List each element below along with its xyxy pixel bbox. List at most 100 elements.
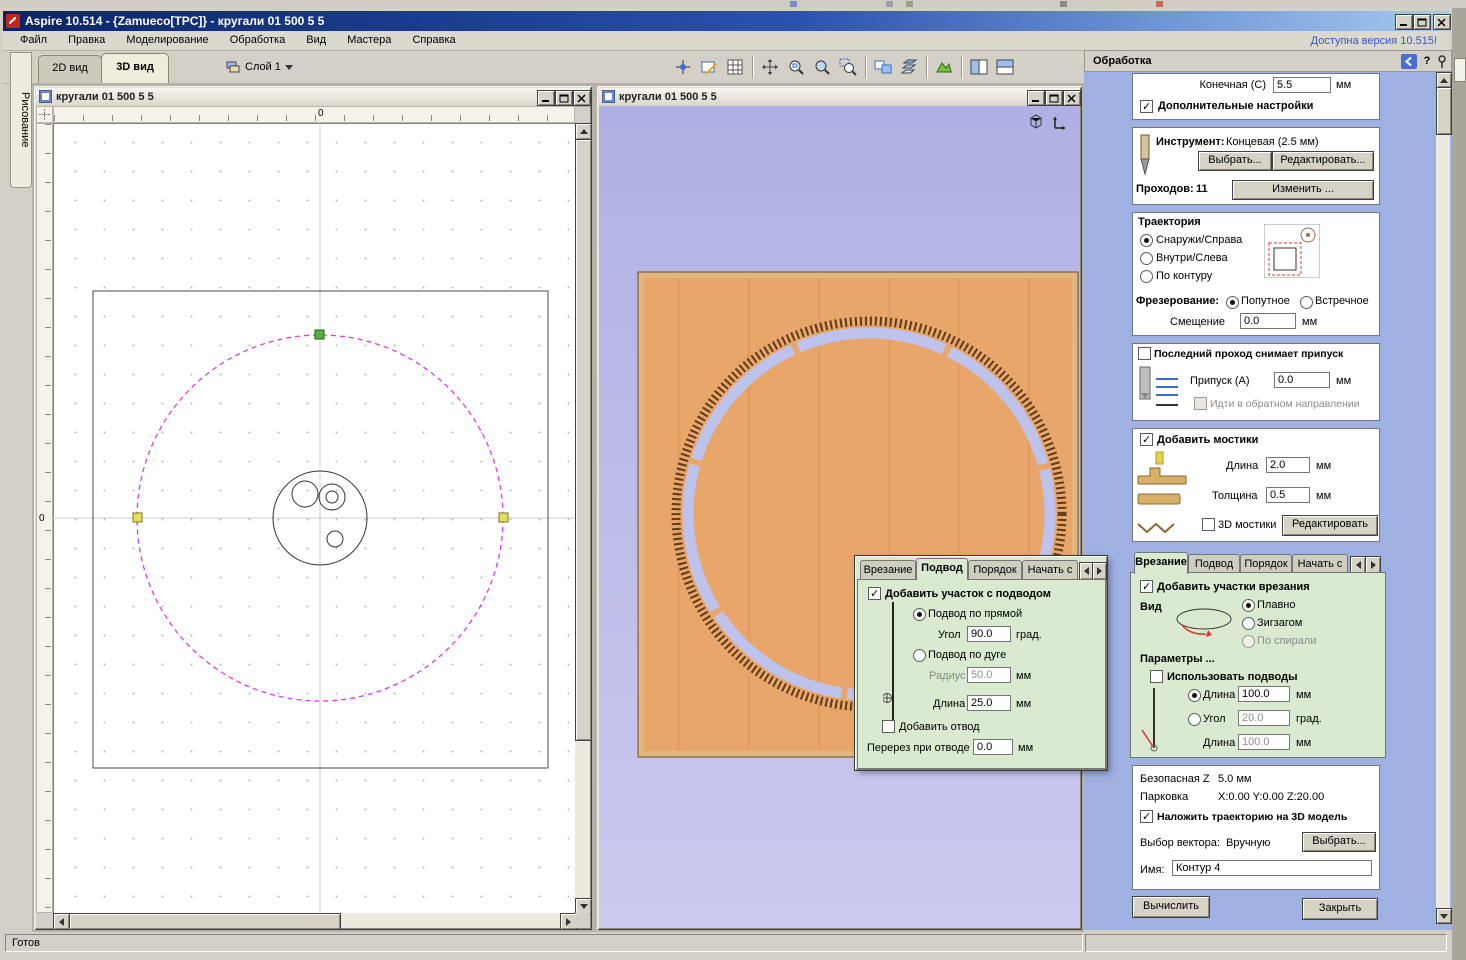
scroll-down-button[interactable] — [1436, 908, 1452, 924]
calculate-button[interactable]: Вычислить — [1132, 896, 1210, 918]
lead-radius-input[interactable] — [967, 667, 1011, 683]
trajectory-outside-radio[interactable] — [1140, 234, 1153, 247]
tile-vertical-icon[interactable] — [992, 54, 1018, 80]
window-2d-minimize-button[interactable] — [537, 90, 555, 106]
zoom-icon[interactable] — [809, 54, 835, 80]
scrollbar-thumb[interactable] — [69, 913, 341, 930]
menu-file[interactable]: Файл — [11, 31, 56, 49]
panel-tab-lead[interactable]: Подвод — [1188, 554, 1240, 574]
app-minimize-button[interactable] — [1395, 14, 1413, 30]
offset-input[interactable] — [1240, 313, 1296, 329]
bridge-thickness-input[interactable] — [1266, 487, 1310, 503]
dialog-tab-order[interactable]: Порядок — [968, 560, 1022, 580]
bridges-3d-checkbox[interactable] — [1202, 518, 1215, 531]
menu-help[interactable]: Справка — [403, 31, 464, 49]
tool-select-button[interactable]: Выбрать... — [1198, 151, 1272, 171]
lead-out-checkbox[interactable] — [882, 720, 895, 733]
dialog-tab-scroll-right[interactable] — [1092, 562, 1107, 580]
window-3d-close-button[interactable] — [1063, 90, 1081, 106]
scroll-up-button[interactable] — [575, 123, 592, 140]
tab-3d-view[interactable]: 3D вид — [101, 53, 169, 83]
vector-select-button[interactable]: Выбрать... — [1302, 832, 1376, 852]
help-icon[interactable]: ? — [1421, 51, 1433, 71]
reverse-direction-checkbox[interactable] — [1194, 397, 1207, 410]
scroll-up-button[interactable] — [1436, 72, 1452, 88]
panel-scrollbar[interactable] — [1436, 72, 1450, 922]
view-3d-icon[interactable] — [931, 54, 957, 80]
scrollbar-horizontal[interactable] — [53, 913, 575, 928]
guides-icon[interactable] — [696, 54, 722, 80]
menu-modeling[interactable]: Моделирование — [117, 31, 217, 49]
origin-axes-icon[interactable] — [1051, 114, 1069, 135]
milling-conventional-radio[interactable] — [1300, 296, 1313, 309]
trajectory-on-radio[interactable] — [1140, 270, 1153, 283]
menu-gadgets[interactable]: Мастера — [338, 31, 400, 49]
scrollbar-vertical[interactable] — [575, 123, 590, 913]
tile-horizontal-icon[interactable] — [966, 54, 992, 80]
menu-edit[interactable]: Правка — [59, 31, 114, 49]
window-2d-close-button[interactable] — [573, 90, 591, 106]
tab-2d-view[interactable]: 2D вид — [38, 55, 102, 83]
project-on-model-checkbox[interactable] — [1140, 810, 1153, 823]
menu-view[interactable]: Вид — [297, 31, 335, 49]
shading-icon[interactable] — [896, 54, 922, 80]
lead-length2-input[interactable] — [1238, 734, 1290, 750]
lead-length-radio[interactable] — [1188, 689, 1201, 702]
overcut-input[interactable] — [973, 739, 1013, 755]
canvas-3d[interactable] — [599, 106, 1080, 928]
zoom-window-icon[interactable] — [783, 54, 809, 80]
panel-tab-ramp[interactable]: Врезание — [1134, 552, 1188, 574]
grid-icon[interactable] — [722, 54, 748, 80]
dialog-tab-ramp[interactable]: Врезание — [860, 560, 916, 580]
final-depth-input[interactable] — [1273, 77, 1331, 93]
app-titlebar[interactable]: Aspire 10.514 - {Zamueco[TPC]} - кругали… — [3, 11, 1449, 31]
menu-toolpaths[interactable]: Обработка — [221, 31, 294, 49]
window-3d-minimize-button[interactable] — [1027, 90, 1045, 106]
lead-length-input[interactable] — [967, 695, 1011, 711]
dialog-tab-lead[interactable]: Подвод — [916, 558, 968, 580]
snap-icon[interactable] — [670, 54, 696, 80]
view-cube-icon[interactable] — [1027, 112, 1045, 133]
ramp-smooth-radio[interactable] — [1242, 599, 1255, 612]
canvas-2d[interactable] — [53, 123, 575, 913]
scrollbar-thumb[interactable] — [575, 139, 592, 741]
bridge-length-input[interactable] — [1266, 457, 1310, 473]
panel-tab-start[interactable]: Начать с — [1292, 554, 1348, 574]
ramp-zigzag-radio[interactable] — [1242, 617, 1255, 630]
window-2d-maximize-button[interactable] — [555, 90, 573, 106]
lead-add-checkbox[interactable] — [868, 587, 881, 600]
lastpass-checkbox[interactable] — [1138, 347, 1151, 360]
lead-angle-input[interactable] — [967, 626, 1011, 642]
sidebar-tab-drawing[interactable]: Рисование — [10, 52, 32, 188]
bridges-checkbox[interactable] — [1140, 433, 1153, 446]
window-3d-titlebar[interactable]: кругали 01 500 5 5 — [599, 88, 1080, 107]
tool-edit-button[interactable]: Редактировать... — [1272, 151, 1374, 171]
advanced-settings-checkbox[interactable] — [1140, 100, 1153, 113]
pan-icon[interactable] — [757, 54, 783, 80]
scroll-left-button[interactable] — [53, 913, 70, 930]
close-panel-button[interactable]: Закрыть — [1302, 898, 1378, 920]
lead-angle-input[interactable] — [1238, 710, 1290, 726]
bridges-edit-button[interactable]: Редактировать — [1282, 515, 1378, 536]
trajectory-inside-radio[interactable] — [1140, 252, 1153, 265]
panel-tab-order[interactable]: Порядок — [1240, 554, 1292, 574]
lead-line-radio[interactable] — [913, 608, 926, 621]
toolpath-name-input[interactable] — [1172, 860, 1372, 876]
dialog-tab-start[interactable]: Начать с — [1022, 560, 1078, 580]
ramp-params-label[interactable]: Параметры ... — [1140, 653, 1215, 666]
passes-change-button[interactable]: Изменить ... — [1232, 180, 1374, 200]
milling-climb-radio[interactable] — [1226, 296, 1239, 309]
lead-arc-radio[interactable] — [913, 649, 926, 662]
use-leads-checkbox[interactable] — [1150, 670, 1163, 683]
app-close-button[interactable] — [1433, 14, 1451, 30]
zoom-selection-icon[interactable] — [835, 54, 861, 80]
scrollbar-thumb[interactable] — [1436, 87, 1452, 135]
window-2d-titlebar[interactable]: кругали 01 500 5 5 — [36, 88, 590, 107]
allowance-input[interactable] — [1274, 372, 1330, 388]
update-version-link[interactable]: Доступна версия 10.515! — [1311, 35, 1437, 47]
lead-dialog[interactable]: Врезание Подвод Порядок Начать с Добавит… — [855, 556, 1107, 770]
window-3d-maximize-button[interactable] — [1045, 90, 1063, 106]
ramp-add-checkbox[interactable] — [1140, 580, 1153, 593]
switch-2d3d-icon[interactable] — [870, 54, 896, 80]
app-maximize-button[interactable] — [1413, 14, 1431, 30]
